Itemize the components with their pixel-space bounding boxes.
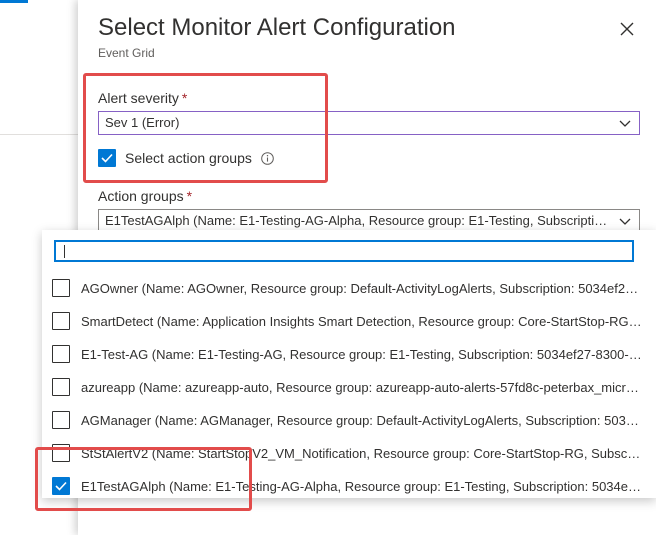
chevron-down-icon: [619, 120, 631, 127]
action-group-checkbox[interactable]: [52, 345, 70, 363]
alert-severity-select[interactable]: Sev 1 (Error): [98, 111, 640, 135]
action-group-option[interactable]: E1-Test-AG (Name: E1-Testing-AG, Resourc…: [42, 338, 656, 370]
action-group-checkbox[interactable]: [52, 411, 70, 429]
action-group-option[interactable]: StStAlertV2 (Name: StartStopV2_VM_Notifi…: [42, 437, 656, 469]
action-group-checkbox[interactable]: [52, 312, 70, 330]
action-groups-dropdown: AGOwner (Name: AGOwner, Resource group: …: [42, 230, 656, 498]
action-group-option[interactable]: SmartDetect (Name: Application Insights …: [42, 305, 656, 337]
select-action-groups-checkbox[interactable]: [98, 149, 116, 167]
page-subtitle: Event Grid: [98, 46, 155, 60]
page-title: Select Monitor Alert Configuration: [98, 14, 456, 41]
required-mark: *: [186, 188, 193, 204]
select-action-groups-label: Select action groups: [125, 150, 252, 166]
checkmark-icon: [101, 153, 113, 163]
action-group-option-label: E1TestAGAlph (Name: E1-Testing-AG-Alpha,…: [81, 478, 643, 494]
action-group-option-label: StStAlertV2 (Name: StartStopV2_VM_Notifi…: [81, 445, 643, 461]
action-group-option-label: AGOwner (Name: AGOwner, Resource group: …: [81, 280, 643, 296]
alert-severity-label: Alert severity *: [98, 90, 188, 106]
action-group-option-label: SmartDetect (Name: Application Insights …: [81, 313, 643, 329]
action-group-option[interactable]: E1TestAGAlph (Name: E1-Testing-AG-Alpha,…: [42, 470, 656, 498]
action-group-checkbox[interactable]: [52, 279, 70, 297]
info-icon[interactable]: [261, 151, 274, 165]
alert-severity-value: Sev 1 (Error): [105, 115, 180, 130]
close-icon[interactable]: [616, 18, 638, 40]
chevron-down-icon: [619, 218, 631, 225]
action-groups-label: Action groups *: [98, 188, 193, 204]
required-mark: *: [181, 90, 188, 106]
checkmark-icon: [55, 481, 67, 491]
action-group-option-label: AGManager (Name: AGManager, Resource gro…: [81, 412, 643, 428]
action-group-option[interactable]: azureapp (Name: azureapp-auto, Resource …: [42, 371, 656, 403]
action-groups-value: E1TestAGAlph (Name: E1-Testing-AG-Alpha,…: [105, 213, 610, 228]
action-group-checkbox[interactable]: [52, 444, 70, 462]
filter-input[interactable]: [54, 240, 634, 262]
accent-strip: [0, 0, 28, 3]
select-action-groups-row[interactable]: Select action groups: [98, 148, 274, 168]
background-divider: [0, 134, 78, 135]
action-group-option-label: azureapp (Name: azureapp-auto, Resource …: [81, 379, 643, 395]
action-group-option[interactable]: AGManager (Name: AGManager, Resource gro…: [42, 404, 656, 436]
action-group-option-label: E1-Test-AG (Name: E1-Testing-AG, Resourc…: [81, 346, 643, 362]
action-group-checkbox[interactable]: [52, 378, 70, 396]
action-group-option[interactable]: AGOwner (Name: AGOwner, Resource group: …: [42, 272, 656, 304]
action-group-checkbox[interactable]: [52, 477, 70, 495]
text-caret: [64, 245, 65, 258]
